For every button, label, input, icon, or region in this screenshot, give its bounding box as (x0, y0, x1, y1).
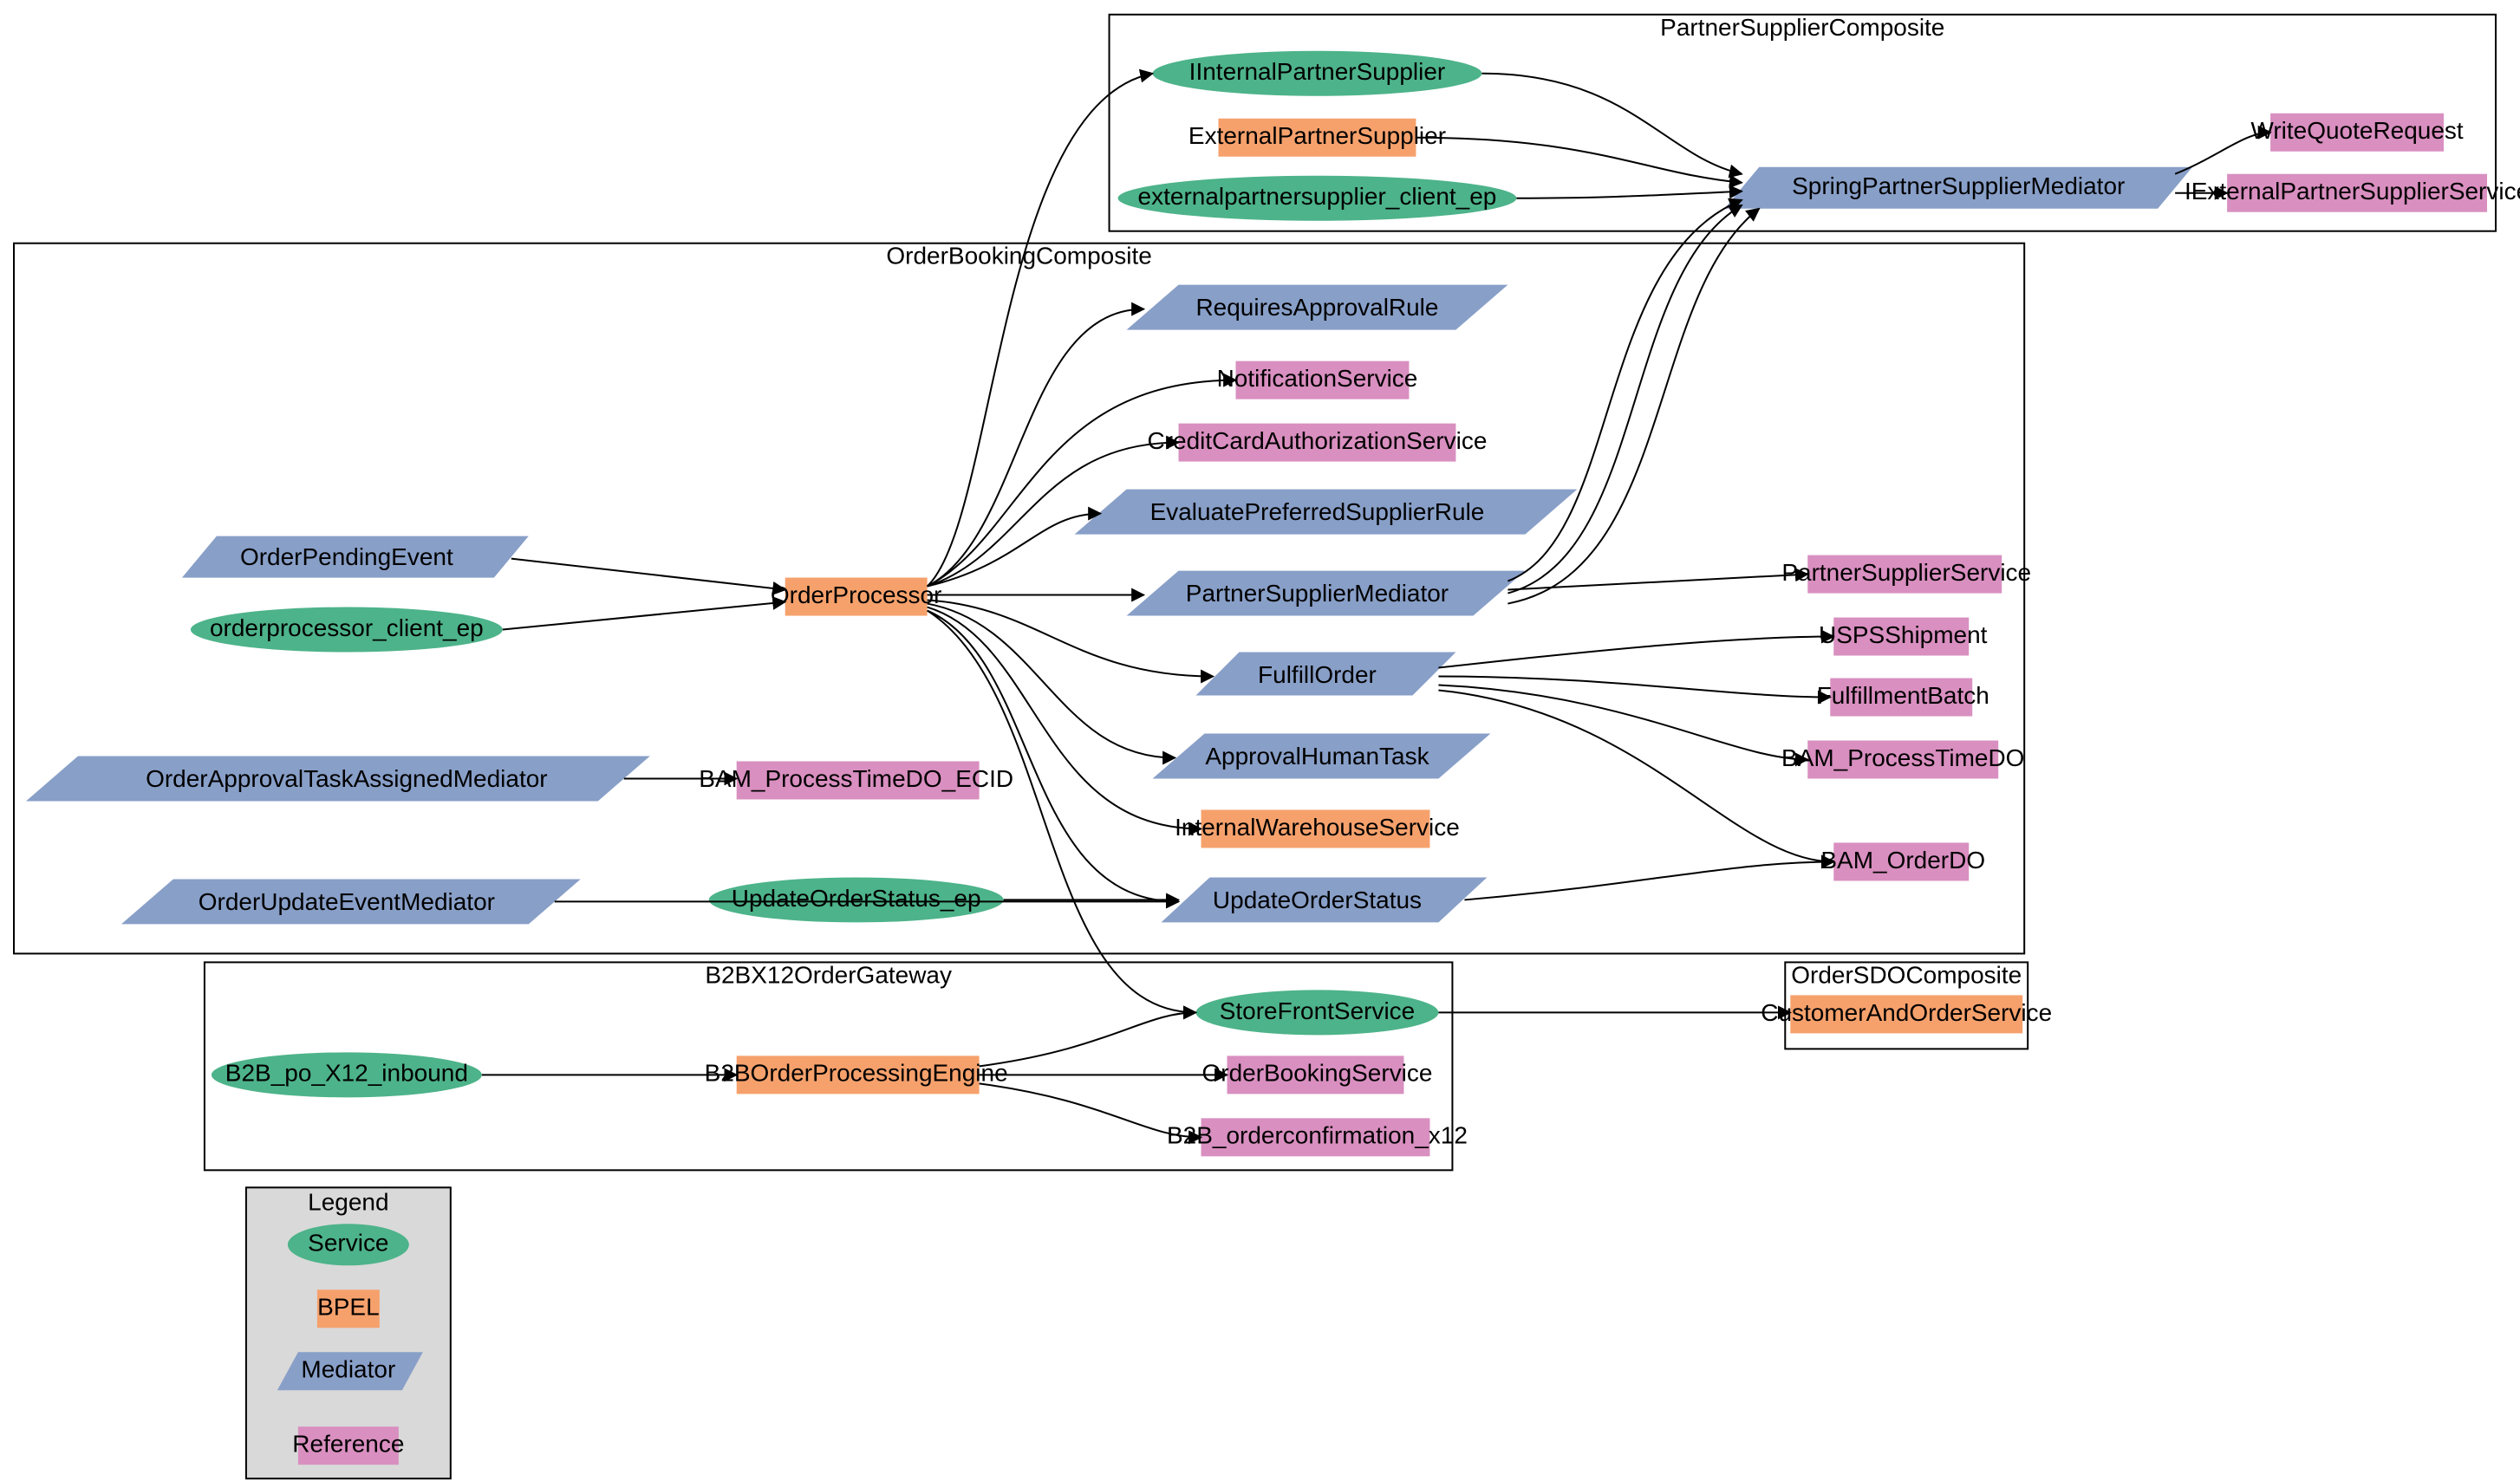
svg-text:PartnerSupplierMediator: PartnerSupplierMediator (1186, 580, 1449, 607)
architecture-diagram: PartnerSupplierComposite OrderBookingCom… (0, 0, 2520, 1481)
svg-text:ExternalPartnerSupplier: ExternalPartnerSupplier (1188, 122, 1446, 149)
node-store-front-service: StoreFrontService (1196, 990, 1439, 1035)
svg-text:Legend: Legend (308, 1188, 388, 1215)
svg-text:OrderApprovalTaskAssignedMedia: OrderApprovalTaskAssignedMediator (146, 765, 548, 792)
svg-text:IExternalPartnerSupplierServic: IExternalPartnerSupplierService (2185, 178, 2520, 205)
svg-text:StoreFrontService: StoreFrontService (1220, 997, 1416, 1024)
svg-text:BAM_ProcessTimeDO_ECID: BAM_ProcessTimeDO_ECID (699, 765, 1013, 792)
node-usps-shipment: USPSShipment (1819, 618, 1988, 656)
svg-text:RequiresApprovalRule: RequiresApprovalRule (1195, 294, 1438, 321)
svg-text:FulfillOrder: FulfillOrder (1258, 661, 1377, 688)
node-order-pending-event: OrderPendingEvent (182, 536, 529, 578)
cluster-title: PartnerSupplierComposite (1660, 14, 1944, 41)
node-update-order-status-ep: UpdateOrderStatus_ep (709, 877, 1004, 922)
svg-text:BAM_ProcessTimeDO: BAM_ProcessTimeDO (1781, 744, 2024, 771)
node-fulfillment-batch: FulfillmentBatch (1817, 679, 1989, 717)
cluster-title: OrderSDOComposite (1791, 961, 2022, 988)
svg-text:OrderProcessor: OrderProcessor (771, 581, 942, 608)
node-approval-human-task: ApprovalHumanTask (1153, 734, 1491, 779)
node-partner-supplier-service: PartnerSupplierService (1781, 555, 2031, 594)
node-partner-supplier-mediator: PartnerSupplierMediator (1127, 571, 1526, 616)
svg-text:SpringPartnerSupplierMediator: SpringPartnerSupplierMediator (1792, 172, 2125, 199)
svg-text:USPSShipment: USPSShipment (1819, 621, 1988, 648)
svg-text:B2B_orderconfirmation_x12: B2B_orderconfirmation_x12 (1167, 1122, 1468, 1149)
svg-text:IInternalPartnerSupplier: IInternalPartnerSupplier (1189, 58, 1446, 85)
cluster-order-booking-composite: OrderBookingComposite (14, 243, 2024, 954)
node-external-partner-supplier: ExternalPartnerSupplier (1188, 119, 1446, 157)
node-update-order-status: UpdateOrderStatus (1162, 877, 1488, 922)
svg-text:B2BOrderProcessingEngine: B2BOrderProcessingEngine (705, 1060, 1008, 1087)
svg-text:B2B_po_X12_inbound: B2B_po_X12_inbound (225, 1060, 468, 1087)
cluster-title: B2BX12OrderGateway (705, 961, 952, 988)
node-bam-process-time-do-ecid: BAM_ProcessTimeDO_ECID (699, 761, 1013, 799)
svg-text:externalpartnersupplier_client: externalpartnersupplier_client_ep (1138, 183, 1497, 210)
svg-text:InternalWarehouseService: InternalWarehouseService (1175, 814, 1460, 841)
node-bam-process-time-do: BAM_ProcessTimeDO (1781, 741, 2024, 779)
node-customer-and-order-service: CustomerAndOrderService (1761, 995, 2052, 1033)
svg-text:Reference: Reference (292, 1431, 404, 1458)
node-notification-service: NotificationService (1217, 361, 1418, 399)
svg-text:BPEL: BPEL (317, 1294, 380, 1321)
node-fulfill-order: FulfillOrder (1196, 653, 1456, 696)
node-evaluate-preferred-supplier-rule: EvaluatePreferredSupplierRule (1075, 490, 1578, 535)
svg-text:orderprocessor_client_ep: orderprocessor_client_ep (210, 614, 484, 641)
svg-text:WriteQuoteRequest: WriteQuoteRequest (2250, 117, 2463, 144)
node-order-booking-service: OrderBookingService (1201, 1056, 1432, 1094)
node-orderprocessor-client-ep: orderprocessor_client_ep (191, 607, 503, 653)
node-spring-partner-supplier-mediator: SpringPartnerSupplierMediator (1724, 167, 2192, 209)
node-iinternal-partner-supplier: IInternalPartnerSupplier (1153, 51, 1482, 96)
svg-text:ApprovalHumanTask: ApprovalHumanTask (1205, 743, 1429, 770)
svg-text:CreditCardAuthorizationService: CreditCardAuthorizationService (1147, 427, 1487, 454)
cluster-title: OrderBookingComposite (886, 243, 1151, 270)
svg-text:BAM_OrderDO: BAM_OrderDO (1820, 847, 1985, 874)
node-order-approval-task-assigned-mediator: OrderApprovalTaskAssignedMediator (26, 756, 650, 801)
svg-text:EvaluatePreferredSupplierRule: EvaluatePreferredSupplierRule (1150, 498, 1485, 525)
node-bam-order-do: BAM_OrderDO (1820, 842, 1985, 880)
node-b2b-orderconfirmation-x12: B2B_orderconfirmation_x12 (1167, 1118, 1468, 1156)
node-internal-warehouse-service: InternalWarehouseService (1175, 809, 1460, 848)
svg-text:OrderPendingEvent: OrderPendingEvent (240, 543, 453, 570)
svg-text:UpdateOrderStatus_ep: UpdateOrderStatus_ep (732, 885, 981, 912)
svg-text:PartnerSupplierService: PartnerSupplierService (1781, 559, 2031, 586)
node-creditcard-authorization-service: CreditCardAuthorizationService (1147, 424, 1487, 462)
svg-text:OrderUpdateEventMediator: OrderUpdateEventMediator (199, 888, 495, 915)
svg-text:UpdateOrderStatus: UpdateOrderStatus (1213, 887, 1422, 913)
node-requires-approval-rule: RequiresApprovalRule (1127, 285, 1508, 330)
svg-text:Service: Service (308, 1230, 388, 1257)
node-b2b-order-processing-engine: B2BOrderProcessingEngine (705, 1056, 1008, 1094)
node-externalpartnersupplier-client-ep: externalpartnersupplier_client_ep (1118, 176, 1517, 221)
svg-text:Mediator: Mediator (301, 1356, 395, 1383)
node-write-quote-request: WriteQuoteRequest (2250, 114, 2463, 152)
svg-text:NotificationService: NotificationService (1217, 365, 1418, 392)
svg-text:FulfillmentBatch: FulfillmentBatch (1817, 682, 1989, 709)
node-b2b-po-x12-inbound: B2B_po_X12_inbound (212, 1052, 482, 1097)
node-iexternal-partner-supplier-service: IExternalPartnerSupplierService (2185, 174, 2520, 212)
legend: Legend Service BPEL Mediator Reference (246, 1187, 451, 1478)
svg-text:CustomerAndOrderService: CustomerAndOrderService (1761, 999, 2052, 1026)
node-order-processor: OrderProcessor (771, 578, 942, 616)
node-order-update-event-mediator: OrderUpdateEventMediator (121, 879, 581, 924)
svg-text:OrderBookingService: OrderBookingService (1201, 1060, 1432, 1087)
